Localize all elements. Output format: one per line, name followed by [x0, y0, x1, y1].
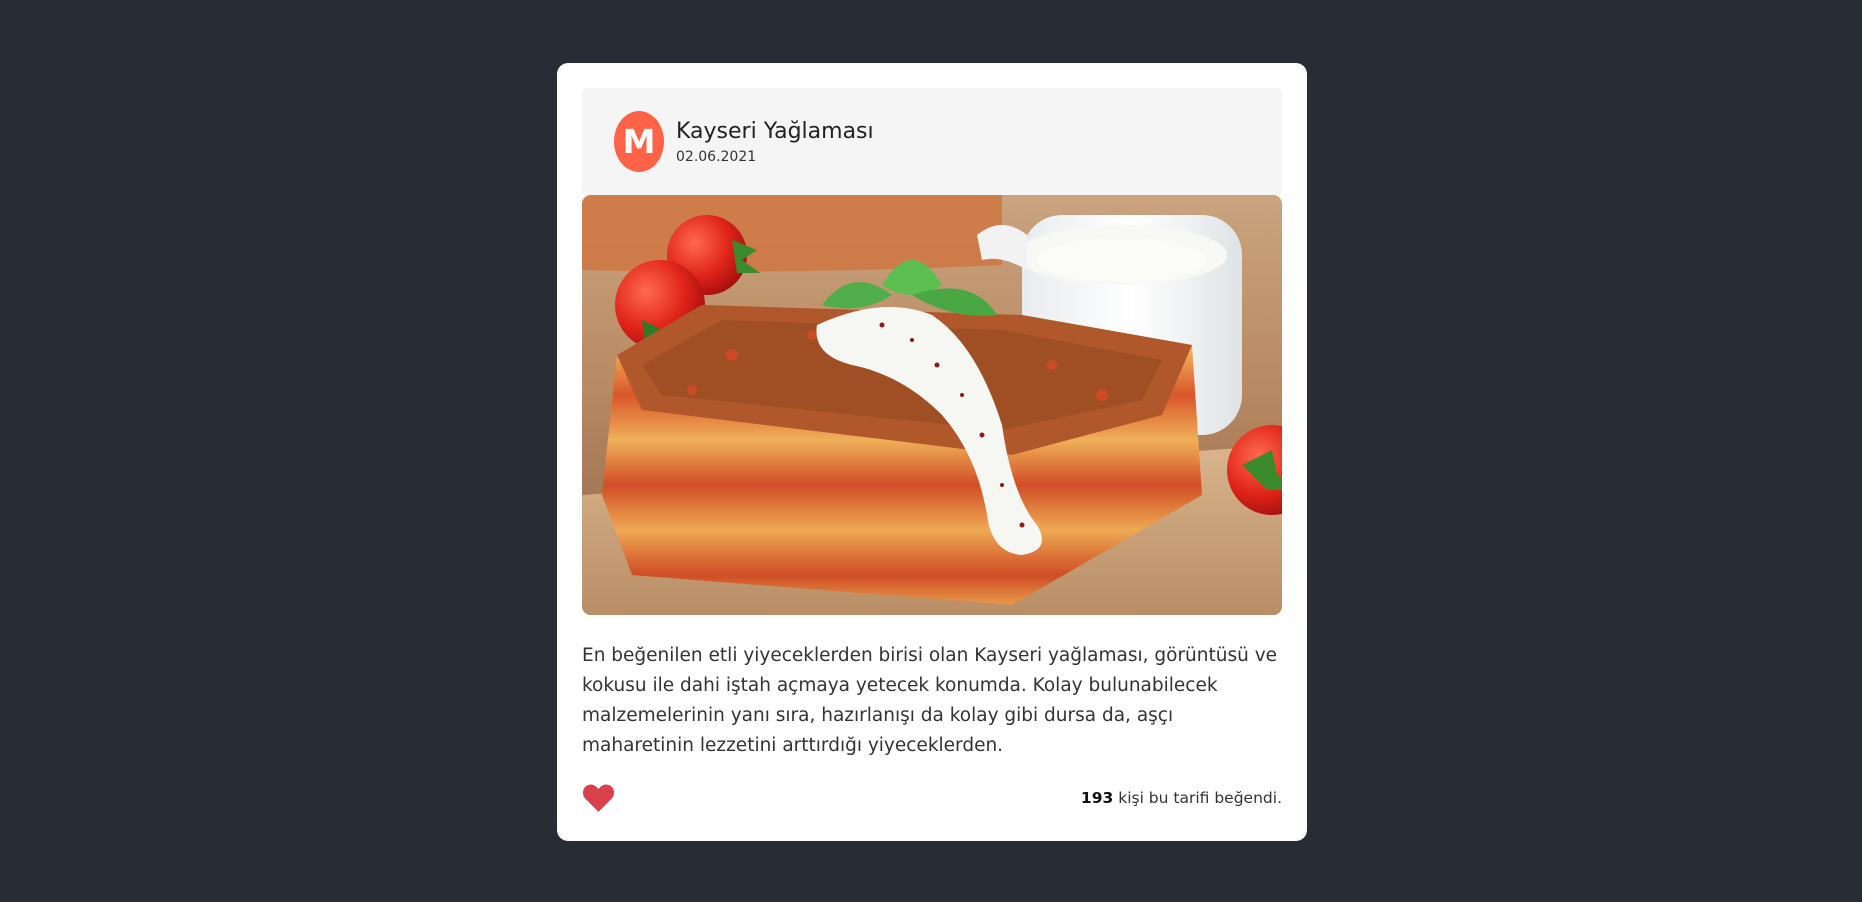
recipe-card: M Kayseri Yağlaması 02.06.2021 En beğeni…	[557, 63, 1307, 841]
avatar: M	[614, 111, 664, 172]
card-header: M Kayseri Yağlaması 02.06.2021	[582, 88, 1282, 195]
recipe-title: Kayseri Yağlaması	[676, 119, 874, 144]
recipe-image	[582, 195, 1282, 615]
recipe-description: En beğenilen etli yiyeceklerden birisi o…	[582, 645, 1278, 756]
card-footer: 193 kişi bu tarifi beğendi.	[582, 783, 1282, 813]
heart-icon[interactable]	[582, 783, 615, 813]
like-count: 193	[1080, 789, 1114, 807]
post-date: 02.06.2021	[676, 149, 757, 165]
like-count-text: 193 kişi bu tarifi beğendi.	[1081, 789, 1282, 807]
header-text: Kayseri Yağlaması 02.06.2021	[676, 118, 874, 165]
like-text: kişi bu tarifi beğendi.	[1118, 789, 1282, 807]
